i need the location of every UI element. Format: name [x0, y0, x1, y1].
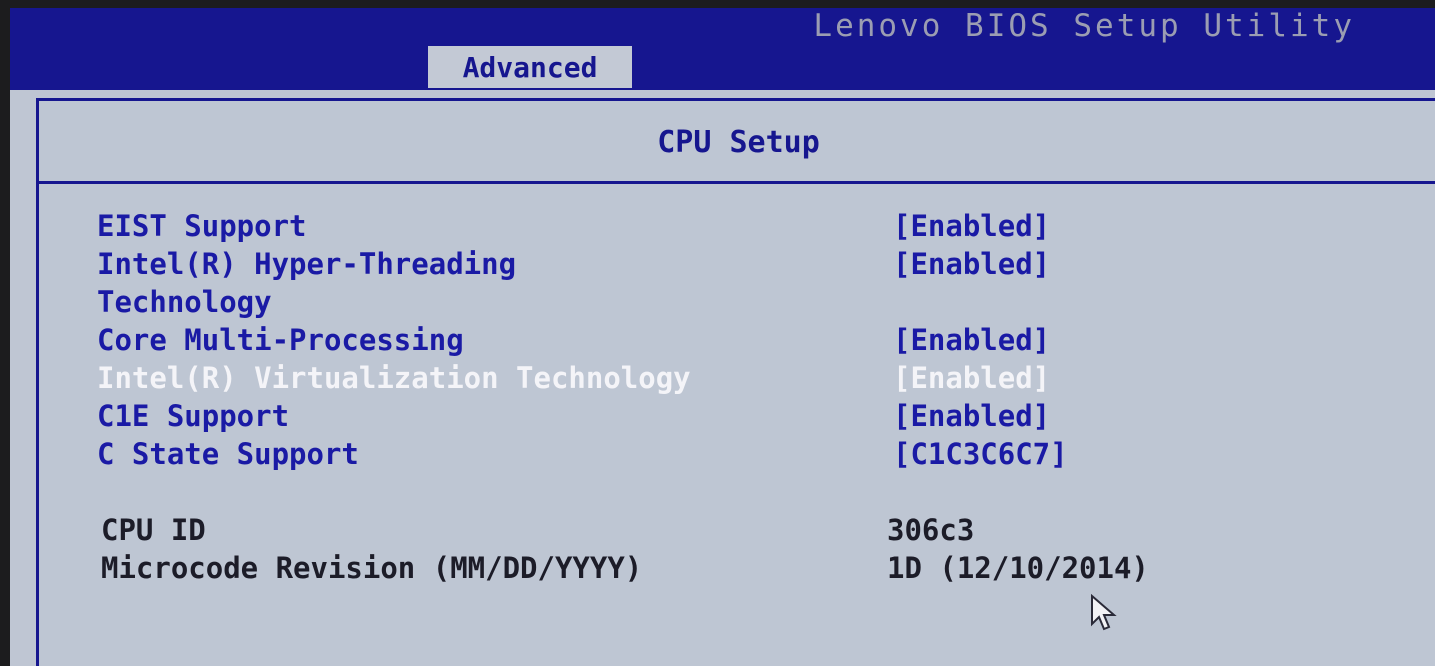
app-title: Lenovo BIOS Setup Utility	[813, 8, 1355, 44]
setting-label: Intel(R) Virtualization Technology	[97, 361, 691, 395]
info-label: CPU ID	[101, 513, 206, 547]
setting-value[interactable]: [Enabled]	[893, 247, 1050, 281]
setting-label: Intel(R) Hyper-Threading	[97, 247, 517, 281]
setting-value[interactable]: [Enabled]	[893, 361, 1050, 395]
setting-label: C1E Support	[97, 399, 290, 433]
tab-strip	[10, 46, 1435, 90]
setting-hyper-threading-continuation: Technology	[97, 285, 1397, 321]
setting-label: C State Support	[97, 437, 359, 471]
info-value: 1D (12/10/2014)	[887, 551, 1149, 585]
setting-core-multi-processing[interactable]: Core Multi-Processing [Enabled]	[97, 323, 1397, 359]
tab-advanced[interactable]: Advanced	[428, 46, 632, 88]
page-title: CPU Setup	[657, 125, 820, 160]
setting-value[interactable]: [Enabled]	[893, 209, 1050, 243]
divider	[39, 181, 1435, 184]
setting-value[interactable]: [Enabled]	[893, 399, 1050, 433]
setting-virtualization[interactable]: Intel(R) Virtualization Technology [Enab…	[97, 361, 1397, 397]
info-label: Microcode Revision (MM/DD/YYYY)	[101, 551, 643, 585]
setting-c1e-support[interactable]: C1E Support [Enabled]	[97, 399, 1397, 435]
bios-screen: Lenovo BIOS Setup Utility Advanced CPU S…	[10, 8, 1435, 666]
info-value: 306c3	[887, 513, 975, 547]
setting-label: Core Multi-Processing	[97, 323, 464, 357]
title-bar: Lenovo BIOS Setup Utility	[10, 8, 1435, 46]
setting-label: Technology	[97, 285, 272, 319]
setting-label: EIST Support	[97, 209, 307, 243]
info-cpu-id: CPU ID 306c3	[101, 513, 1401, 549]
setting-eist-support[interactable]: EIST Support [Enabled]	[97, 209, 1397, 245]
main-panel: CPU Setup EIST Support [Enabled] Intel(R…	[36, 98, 1435, 666]
setting-value[interactable]: [Enabled]	[893, 323, 1050, 357]
mouse-pointer-icon	[1090, 593, 1120, 638]
setting-c-state-support[interactable]: C State Support [C1C3C6C7]	[97, 437, 1397, 473]
info-microcode-revision: Microcode Revision (MM/DD/YYYY) 1D (12/1…	[101, 551, 1401, 587]
setting-value[interactable]: [C1C3C6C7]	[893, 437, 1068, 471]
setting-hyper-threading[interactable]: Intel(R) Hyper-Threading [Enabled]	[97, 247, 1397, 283]
